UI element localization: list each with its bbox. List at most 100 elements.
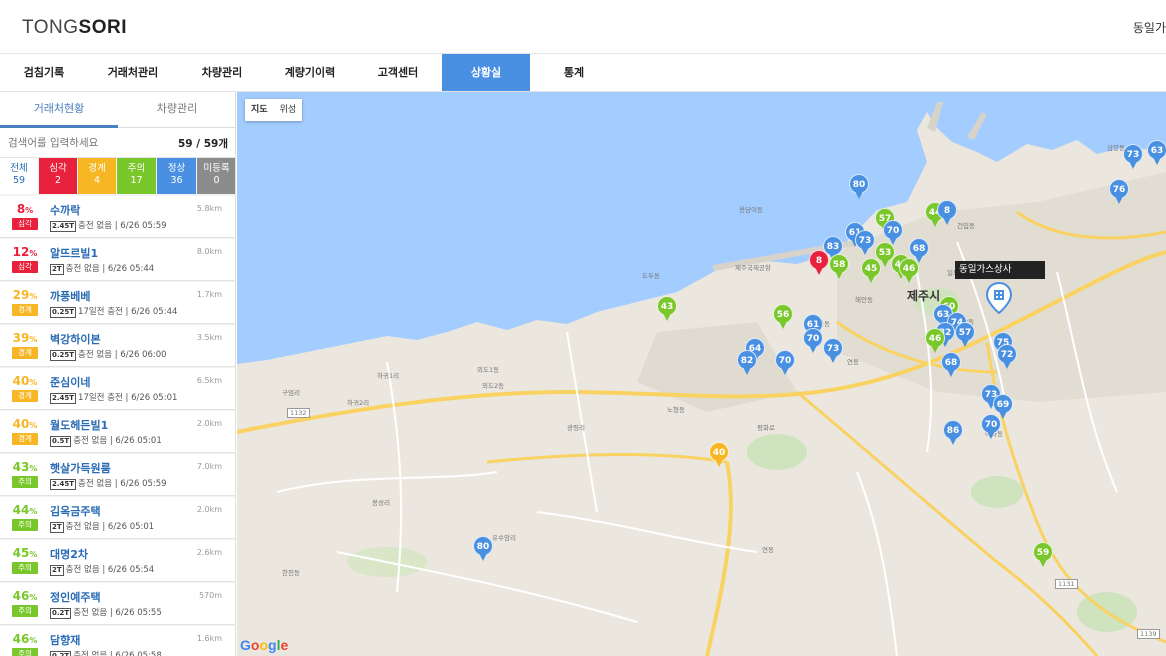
location-marker[interactable]: 8 — [937, 200, 957, 226]
charge-text: 충전 없음 | 6/26 05:55 — [73, 608, 162, 618]
location-marker[interactable]: 86 — [943, 420, 963, 446]
location-marker[interactable]: 56 — [773, 304, 793, 330]
city-label: 제주시 — [907, 289, 941, 303]
nav-statistics[interactable]: 통계 — [530, 54, 618, 91]
marker-pin — [809, 345, 817, 353]
list-item[interactable]: 29% 경계 까풍베베 1.7km 0.25T 17일전 충전 | 6/26 05:44 — [0, 282, 235, 324]
nav-situation-room[interactable]: 상황실 — [442, 54, 530, 91]
charge-text: 충전 없음 | 6/26 05:59 — [78, 479, 167, 489]
nav-customers[interactable]: 거래처관리 — [88, 54, 178, 91]
tab-customer-status[interactable]: 거래처현황 — [0, 92, 118, 128]
location-marker[interactable]: 63 — [1147, 140, 1166, 166]
tongsori-logo[interactable]: TONGSORI — [22, 17, 127, 39]
location-marker[interactable]: 80 — [473, 536, 493, 562]
marker-pin — [781, 367, 789, 375]
location-marker[interactable]: 76 — [1109, 179, 1129, 205]
list-item[interactable]: 43% 주의 햇살가득원룸 7.0km 2.45T 충전 없음 | 6/26 05:59 — [0, 454, 235, 496]
location-marker[interactable]: 68 — [941, 352, 961, 378]
result-count: 59 / 59개 — [177, 138, 228, 150]
list-item[interactable]: 40% 경계 준심이네 6.5km 2.45T 17일전 충전 | 6/26 05:01 — [0, 368, 235, 410]
marker-pin — [1129, 161, 1137, 169]
status-badge: 주의 — [12, 605, 38, 617]
location-marker[interactable]: 80 — [849, 174, 869, 200]
location-marker[interactable]: 46 — [899, 258, 919, 284]
location-marker[interactable]: 73 — [823, 338, 843, 364]
marker-pin — [743, 367, 751, 375]
location-marker[interactable]: 46 — [925, 328, 945, 354]
status-badge: 주의 — [12, 562, 38, 574]
filter-caution[interactable]: 주의 17 — [117, 158, 156, 194]
list-item[interactable]: 40% 경계 월도헤든빌1 2.0km 0.5T 충전 없음 | 6/26 05:01 — [0, 411, 235, 453]
distance: 5.8km — [196, 204, 222, 213]
charge-info: 2.45T 17일전 충전 | 6/26 05:01 — [50, 391, 177, 404]
map-view[interactable]: 지도 위성 용담이동 제주국제공항 도두동 연동 노형동 일도이동 건입동 이도… — [237, 92, 1166, 656]
marker-pin — [881, 259, 889, 267]
list-item[interactable]: 39% 경계 벽강하이본 3.5km 0.25T 충전 없음 | 6/26 06:00 — [0, 325, 235, 367]
status-badge: 심각 — [12, 218, 38, 230]
marker-pin — [949, 437, 957, 445]
tank-size: 0.25T — [50, 350, 77, 361]
location-marker[interactable]: 57 — [955, 322, 975, 348]
place-label: 연동 — [847, 358, 859, 366]
place-label: 해안동 — [855, 296, 873, 304]
remaining-percent: 29% — [12, 288, 38, 302]
filter-warning[interactable]: 경계 4 — [78, 158, 116, 194]
tab-vehicle-management[interactable]: 차량관리 — [118, 92, 235, 128]
filter-unregistered[interactable]: 미등록 0 — [197, 158, 235, 194]
location-marker[interactable]: 70 — [981, 414, 1001, 440]
map-type-satellite[interactable]: 위성 — [274, 99, 303, 121]
distance: 6.5km — [196, 376, 222, 385]
location-marker[interactable]: 59 — [1033, 542, 1053, 568]
filter-normal[interactable]: 정상 36 — [157, 158, 196, 194]
location-marker[interactable]: 72 — [997, 344, 1017, 370]
customer-name: 김옥금주택 — [50, 505, 101, 518]
search-input[interactable] — [8, 134, 168, 152]
distance: 2.0km — [196, 419, 222, 428]
marker-pin — [779, 321, 787, 329]
marker-pin — [987, 431, 995, 439]
nav-vehicles[interactable]: 차량관리 — [178, 54, 266, 91]
marker-pin — [867, 275, 875, 283]
distance: 3.5km — [196, 333, 222, 342]
user-name[interactable]: 동일가 — [1133, 19, 1166, 36]
remaining-percent: 45% — [12, 546, 38, 560]
location-marker[interactable]: 70 — [775, 350, 795, 376]
office-marker-icon[interactable] — [985, 281, 1013, 315]
filter-all[interactable]: 전체 59 — [0, 158, 38, 194]
office-tooltip: 동일가스상사 — [955, 261, 1045, 279]
marker-pin — [947, 369, 955, 377]
nav-meter-records[interactable]: 검침기록 — [0, 54, 88, 91]
map-type-map[interactable]: 지도 — [245, 99, 274, 121]
list-item[interactable]: 45% 주의 대명2차 2.6km 2T 충전 없음 | 6/26 05:54 — [0, 540, 235, 582]
place-label: 제주국제공항 — [735, 264, 771, 272]
tank-size: 2T — [50, 565, 64, 576]
charge-text: 충전 없음 | 6/26 06:00 — [78, 350, 167, 360]
list-item[interactable]: 46% 주의 담향재 1.6km 0.2T 충전 없음 | 6/26 05:58 — [0, 626, 235, 656]
filter-critical[interactable]: 심각 2 — [39, 158, 77, 194]
location-marker[interactable]: 43 — [657, 296, 677, 322]
marker-pin — [835, 271, 843, 279]
location-marker[interactable]: 45 — [861, 258, 881, 284]
nav-meter-history[interactable]: 계량기이력 — [266, 54, 354, 91]
list-item[interactable]: 8% 심각 수까락 5.8km 2.45T 충전 없음 | 6/26 05:59 — [0, 196, 235, 238]
location-marker[interactable]: 70 — [803, 328, 823, 354]
location-marker[interactable]: 82 — [737, 350, 757, 376]
place-label: 구엄리 — [282, 389, 300, 397]
list-item[interactable]: 46% 주의 정인예주택 570m 0.2T 충전 없음 | 6/26 05:55 — [0, 583, 235, 625]
place-label: 건입동 — [957, 222, 975, 230]
distance: 1.6km — [196, 634, 222, 643]
tank-size: 2T — [50, 264, 64, 275]
marker-pin — [861, 247, 869, 255]
location-marker[interactable]: 8 — [809, 250, 829, 276]
nav-customer-center[interactable]: 고객센터 — [354, 54, 442, 91]
remaining-percent: 8% — [16, 202, 34, 216]
list-item[interactable]: 44% 주의 김옥금주택 2.0km 2T 충전 없음 | 6/26 05:01 — [0, 497, 235, 539]
location-marker[interactable]: 73 — [1123, 144, 1143, 170]
charge-info: 0.5T 충전 없음 | 6/26 05:01 — [50, 434, 162, 447]
list-item[interactable]: 12% 심각 알뜨르빌1 8.0km 2T 충전 없음 | 6/26 05:44 — [0, 239, 235, 281]
location-marker[interactable]: 58 — [829, 254, 849, 280]
tank-size: 0.5T — [50, 436, 72, 447]
location-marker[interactable]: 40 — [709, 442, 729, 468]
location-marker[interactable]: 73 — [855, 230, 875, 256]
place-label: 하귀2리 — [347, 399, 370, 407]
